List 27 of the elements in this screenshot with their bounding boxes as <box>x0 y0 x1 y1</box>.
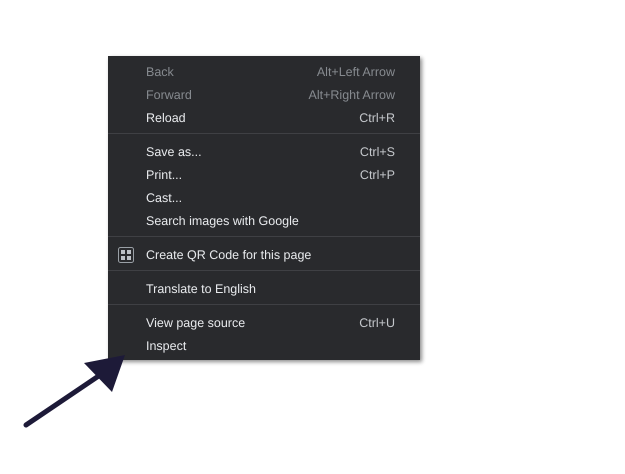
menu-item[interactable]: Inspect <box>108 334 420 357</box>
menu-item[interactable]: Translate to English <box>108 277 420 300</box>
menu-item[interactable]: Print... Ctrl+P <box>108 163 420 186</box>
shortcut-label: Ctrl+R <box>359 110 395 124</box>
menu-item-label: Save as... <box>146 144 203 158</box>
menu-item[interactable]: Cast... <box>108 186 420 209</box>
menu-item-label: Search images with Google <box>146 214 300 228</box>
menu-item-label: Translate to English <box>146 282 258 296</box>
shortcut-label: Ctrl+P <box>360 168 395 182</box>
menu-item-label: Print... <box>146 168 184 182</box>
shortcut-label: Ctrl+U <box>359 316 395 330</box>
shortcut-label: Alt+Right Arrow <box>308 88 395 102</box>
menu-item[interactable]: Create QR Code for this page <box>108 243 420 266</box>
menu-item[interactable]: Save as... Ctrl+S <box>108 140 420 163</box>
menu-item-label: Inspect <box>146 338 188 352</box>
menu-item-label: Create QR Code for this page <box>146 248 312 262</box>
menu-item[interactable]: View page source Ctrl+U <box>108 311 420 334</box>
menu-item-label: View page source <box>146 316 246 330</box>
menu-item-label: Reload <box>146 110 187 124</box>
shortcut-label: Alt+Left Arrow <box>316 64 395 78</box>
menu-item[interactable]: Reload Ctrl+R <box>108 106 420 129</box>
qr-code-icon <box>118 246 134 262</box>
menu-item-label: Forward <box>146 88 193 102</box>
menu-item[interactable]: Search images with Google <box>108 209 420 232</box>
shortcut-label: Ctrl+S <box>360 144 395 158</box>
menu-item-label: Back <box>146 64 175 78</box>
menu-item-label: Cast... <box>146 190 184 204</box>
